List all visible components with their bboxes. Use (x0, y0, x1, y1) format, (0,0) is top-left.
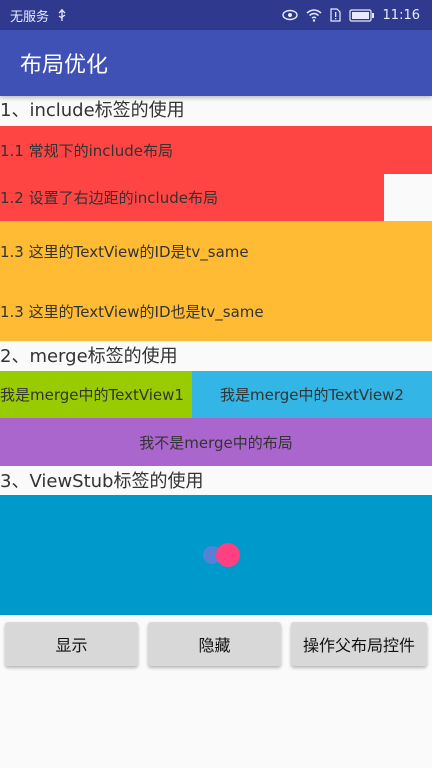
merge-textview-2: 我是merge中的TextView2 (192, 371, 432, 418)
non-merge-label: 我不是merge中的布局 (139, 433, 293, 452)
viewstub-section-title: 3、ViewStub标签的使用 (0, 471, 204, 492)
include-same-id-2: 1.3 这里的TextView的ID也是tv_same (0, 281, 432, 341)
eye-icon (281, 9, 298, 21)
merge-textview-1: 我是merge中的TextView1 (0, 371, 192, 418)
show-button[interactable]: 显示 (5, 622, 138, 666)
merge-section-title: 2、merge标签的使用 (0, 346, 178, 367)
merge-textview-1-label: 我是merge中的TextView1 (0, 386, 184, 404)
app-title: 布局优化 (20, 53, 109, 78)
operate-parent-button[interactable]: 操作父布局控件 (291, 622, 427, 666)
include-section-title: 1、include标签的使用 (0, 100, 185, 121)
non-merge-layout: 我不是merge中的布局 (0, 418, 432, 466)
include-same-id-label-1: 1.3 这里的TextView的ID是tv_same (0, 242, 249, 261)
wifi-icon (306, 8, 322, 22)
hide-button[interactable]: 隐藏 (148, 622, 281, 666)
include-margin-layout: 1.2 设置了右边距的include布局 (0, 174, 384, 221)
usb-icon (57, 8, 67, 22)
clock: 11:16 (382, 7, 420, 23)
include-same-id-1: 1.3 这里的TextView的ID是tv_same (0, 221, 432, 281)
merge-textview-2-label: 我是merge中的TextView2 (220, 386, 404, 404)
viewstub-container (0, 495, 432, 615)
app-bar: 布局优化 (0, 30, 432, 96)
status-right: 11:16 (281, 7, 420, 23)
status-bar: 无服务 11:16 (0, 0, 432, 30)
include-margin-label: 1.2 设置了右边距的include布局 (0, 189, 218, 207)
battery-icon (348, 8, 375, 22)
include-normal-label: 1.1 常规下的include布局 (0, 141, 173, 160)
status-left: 无服务 (10, 6, 67, 25)
sim-alert-icon (329, 8, 341, 22)
carrier-text: 无服务 (10, 9, 50, 25)
include-normal-layout: 1.1 常规下的include布局 (0, 126, 432, 174)
include-same-id-label-2: 1.3 这里的TextView的ID也是tv_same (0, 302, 264, 321)
progress-dot (216, 543, 240, 567)
